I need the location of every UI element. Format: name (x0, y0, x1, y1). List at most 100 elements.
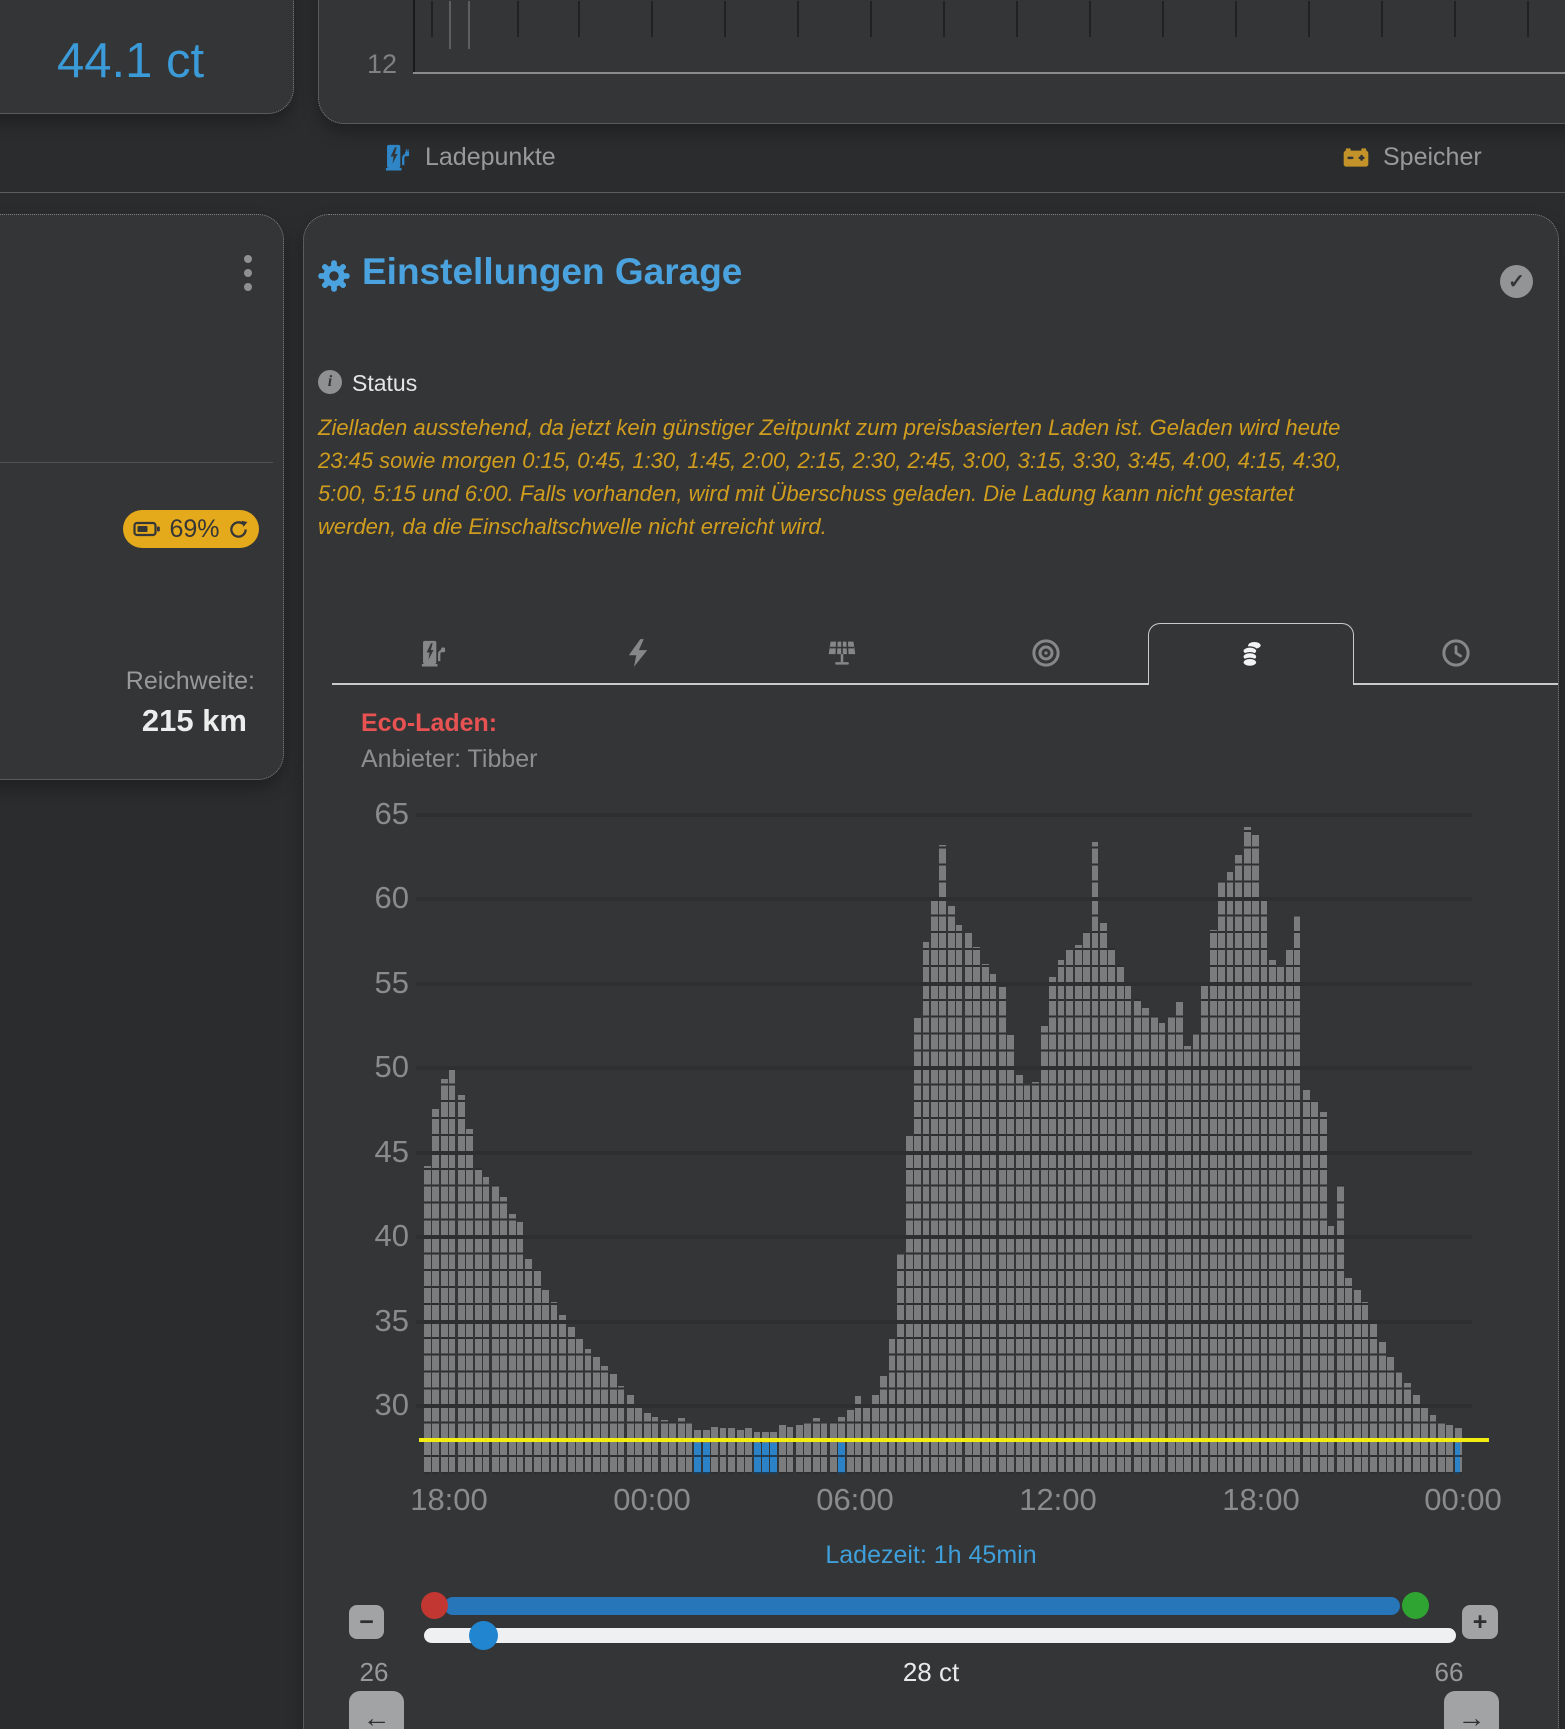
tab-speicher[interactable]: Speicher (1341, 122, 1482, 192)
range-label: Reichweite: (126, 667, 255, 696)
price-range-track[interactable] (444, 1597, 1400, 1615)
price-bar (534, 1270, 541, 1474)
x-tick-label: 18:00 (1206, 1482, 1316, 1518)
price-limit-handle[interactable] (469, 1621, 498, 1650)
price-bar (1108, 948, 1115, 1474)
x-tick-label: 00:00 (597, 1482, 707, 1518)
price-bar (1370, 1324, 1377, 1474)
x-tick-label: 06:00 (800, 1482, 910, 1518)
price-bar (483, 1177, 489, 1474)
price-bar (669, 1422, 676, 1474)
price-bar (568, 1327, 575, 1474)
price-bar (830, 1422, 837, 1474)
price-bar (1083, 932, 1090, 1474)
price-bar (1294, 916, 1300, 1474)
mini-bar (449, 1, 451, 49)
mini-bar (1235, 1, 1237, 37)
price-bar (737, 1430, 744, 1474)
price-bar (1438, 1422, 1445, 1474)
mini-bar (797, 1, 799, 37)
price-bar (652, 1417, 658, 1474)
price-bar (973, 947, 980, 1474)
mini-chart-y-tick: 12 (349, 49, 397, 80)
price-bar (1218, 881, 1225, 1474)
price-bar (1269, 960, 1276, 1474)
price-bar (1404, 1383, 1411, 1474)
range-min-handle[interactable] (421, 1592, 448, 1619)
arrow-right-icon: → (1458, 1702, 1486, 1729)
gridline (416, 1235, 1472, 1239)
price-bar (1007, 1035, 1014, 1474)
price-bar (999, 987, 1006, 1474)
price-bar (1058, 960, 1064, 1474)
price-bar (1345, 1278, 1352, 1474)
ev-charger-icon (383, 142, 413, 172)
mini-chart-card: 12 (318, 0, 1565, 124)
price-limit-slider[interactable] (424, 1628, 1456, 1643)
next-day-button[interactable]: → (1444, 1691, 1499, 1729)
price-bar (813, 1418, 820, 1474)
mini-bar (651, 1, 653, 37)
price-bar (847, 1410, 854, 1474)
battery-level-icon (133, 520, 161, 538)
price-bar (1024, 1085, 1030, 1474)
price-bar (601, 1366, 608, 1474)
minus-icon: − (359, 1608, 374, 1637)
price-bar (923, 942, 929, 1474)
price-bar (804, 1423, 811, 1474)
soc-badge[interactable]: 69% (123, 510, 259, 548)
charge-time-label: Ladezeit: 1h 45min (304, 1541, 1558, 1570)
price-bar (982, 964, 989, 1474)
price-bar (644, 1413, 651, 1474)
price-bar (1261, 901, 1267, 1474)
price-bar (449, 1070, 455, 1474)
tab-ladepunkte[interactable]: Ladepunkte (383, 122, 556, 192)
price-bar (906, 1136, 913, 1474)
charge-slot (770, 1443, 777, 1474)
previous-day-button[interactable]: ← (349, 1691, 404, 1729)
battery-icon (1341, 144, 1371, 170)
mini-chart-x-axis (413, 72, 1565, 74)
price-bar (1337, 1185, 1344, 1474)
plus-icon: + (1473, 1608, 1488, 1637)
y-tick-label: 35 (339, 1303, 409, 1339)
y-tick-label: 65 (339, 796, 409, 832)
mini-bar (517, 1, 519, 37)
screen: 44.1 ct 12 Ladepunkte (0, 0, 1565, 1729)
price-bar (1125, 982, 1131, 1474)
charge-slot (694, 1443, 701, 1474)
tab-speicher-label: Speicher (1383, 143, 1482, 172)
vehicle-menu-kebab-icon[interactable] (244, 255, 252, 291)
price-bar (948, 906, 955, 1474)
price-bar (720, 1428, 726, 1474)
price-bar (432, 1109, 439, 1474)
gridline (416, 1151, 1472, 1155)
mini-bar (724, 1, 726, 37)
y-tick-label: 50 (339, 1049, 409, 1085)
tab-price[interactable] (1148, 623, 1354, 685)
price-limit-line (419, 1438, 1489, 1442)
charge-slot (838, 1443, 845, 1474)
price-bar (1016, 1075, 1023, 1474)
gridline (416, 1404, 1472, 1408)
price-bar (661, 1420, 668, 1474)
x-tick-label: 12:00 (1003, 1482, 1113, 1518)
price-bar (551, 1302, 557, 1474)
price-bar (1362, 1302, 1368, 1474)
price-bar (585, 1349, 591, 1474)
range-max-handle[interactable] (1402, 1592, 1429, 1619)
price-bar (1354, 1290, 1361, 1474)
price-bar (1303, 1090, 1310, 1474)
price-bar (1320, 1112, 1327, 1474)
mini-bar (1381, 1, 1383, 37)
mini-bar (1016, 1, 1018, 37)
price-bar (1117, 965, 1124, 1474)
mini-bar (870, 1, 872, 37)
increase-limit-button[interactable]: + (1462, 1605, 1498, 1639)
price-bar (821, 1423, 827, 1474)
slider-max-label: 66 (1417, 1657, 1481, 1688)
decrease-limit-button[interactable]: − (349, 1605, 384, 1639)
price-bar (1210, 930, 1217, 1474)
charge-slot (1455, 1443, 1460, 1474)
x-tick-label: 00:00 (1408, 1482, 1518, 1518)
